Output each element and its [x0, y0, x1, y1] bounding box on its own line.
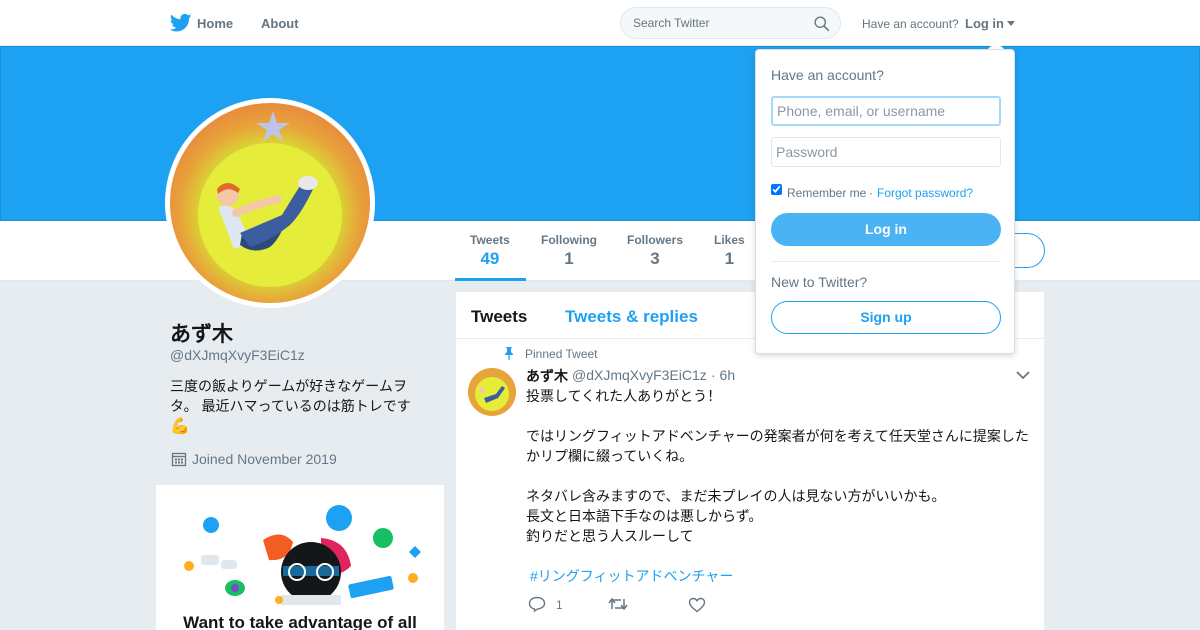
nav-about-link[interactable]: About	[261, 16, 299, 31]
bio-line: 三度の飯よりゲームが好きなゲームヲ	[170, 378, 407, 394]
search-placeholder: Search Twitter	[633, 16, 710, 30]
stat-following[interactable]: Following 1	[541, 233, 597, 269]
new-to-twitter-text: New to Twitter?	[771, 274, 868, 290]
separator-dot: ·	[869, 186, 873, 200]
tweet-line	[526, 466, 1036, 486]
active-tab-underline	[455, 278, 526, 281]
tweet-author-avatar[interactable]	[468, 368, 516, 416]
stat-label: Following	[541, 233, 597, 247]
profile-avatar[interactable]	[165, 98, 375, 308]
stat-label: Likes	[714, 233, 745, 247]
calendar-icon	[171, 452, 187, 467]
profile-handle[interactable]: @dXJmqXvyF3EiC1z	[170, 347, 305, 363]
chevron-down-icon[interactable]	[1016, 370, 1030, 380]
login-button[interactable]: Log in	[771, 213, 1001, 246]
twitter-bird-icon[interactable]	[170, 13, 192, 33]
retweet-icon[interactable]	[608, 597, 628, 611]
stat-value: 3	[650, 249, 660, 268]
signup-button[interactable]: Sign up	[771, 301, 1001, 334]
tweet-author-name[interactable]: あず木	[526, 366, 568, 386]
promo-title: Want to take advantage of all	[183, 613, 417, 630]
search-icon[interactable]	[813, 15, 830, 32]
nav-home-link[interactable]: Home	[197, 16, 233, 31]
tab-tweets-and-replies[interactable]: Tweets & replies	[565, 307, 698, 327]
caret-down-icon[interactable]	[1007, 21, 1015, 26]
stat-value: 49	[480, 249, 500, 268]
remember-me-checkbox[interactable]	[771, 184, 782, 195]
heart-icon[interactable]	[688, 597, 706, 613]
joined-date: Joined November 2019	[192, 451, 337, 467]
stat-label: Followers	[627, 233, 684, 247]
avatar-image	[170, 103, 370, 303]
tweet-line: ではリングフィットアドベンチャーの発案者が何を考えて任天堂さんに提案したかリプ欄…	[526, 428, 1029, 464]
username-input[interactable]	[771, 96, 1001, 126]
profile-name[interactable]: あず木	[170, 318, 233, 348]
stat-label: Tweets	[470, 233, 510, 247]
remember-me-label[interactable]: Remember me	[787, 186, 866, 200]
top-navigation: Home About Search Twitter Have an accoun…	[0, 0, 1200, 46]
reply-count: 1	[556, 598, 563, 612]
tweet-text: 投票してくれた人ありがとう！ ではリングフィットアドベンチャーの発案者が何を考え…	[526, 386, 1036, 546]
profile-bio: 三度の飯よりゲームが好きなゲームヲ タ。 最近ハマっているのは筋トレです 💪	[170, 376, 430, 437]
pinned-tweet-label: Pinned Tweet	[525, 347, 598, 361]
forgot-password-link[interactable]: Forgot password?	[877, 186, 973, 200]
tweet-line: ネタバレ含みますので、まだ未プレイの人は見ない方がいいかも。	[526, 488, 946, 504]
tweet-line: 投票してくれた人ありがとう！	[526, 388, 722, 404]
tweet-line: 長文と日本語下手なのは悪しからず。	[526, 508, 763, 524]
tweet-author-handle[interactable]: @dXJmqXvyF3EiC1z	[572, 367, 707, 383]
stat-tweets[interactable]: Tweets 49	[470, 233, 510, 269]
dropdown-title: Have an account?	[771, 67, 884, 83]
reply-icon[interactable]	[528, 596, 546, 612]
stat-followers[interactable]: Followers 3	[627, 233, 683, 269]
tweet-hashtag-link[interactable]: #リングフィットアドベンチャー	[530, 566, 733, 586]
login-dropdown: Have an account? Remember me · Forgot pa…	[755, 49, 1015, 354]
divider	[771, 261, 1001, 262]
flexed-biceps-icon: 💪	[170, 418, 190, 435]
stat-likes[interactable]: Likes 1	[714, 233, 745, 269]
search-input[interactable]: Search Twitter	[620, 7, 841, 39]
bio-line: タ。 最近ハマっているのは筋トレです	[170, 398, 411, 414]
password-input[interactable]	[771, 137, 1001, 167]
tab-tweets[interactable]: Tweets	[471, 307, 527, 327]
stat-value: 1	[724, 249, 735, 268]
tweet-line	[526, 406, 1036, 426]
tweet-line: 釣りだと思う人スルーして	[526, 528, 694, 544]
promo-illustration	[184, 505, 421, 605]
stat-value: 1	[564, 249, 574, 268]
login-menu-button[interactable]: Log in	[965, 16, 1004, 31]
tweet-timestamp[interactable]: · 6h	[711, 367, 735, 383]
pin-icon	[505, 347, 513, 360]
signup-promo-card: Want to take advantage of all	[156, 485, 444, 630]
have-account-text: Have an account?	[862, 17, 959, 31]
